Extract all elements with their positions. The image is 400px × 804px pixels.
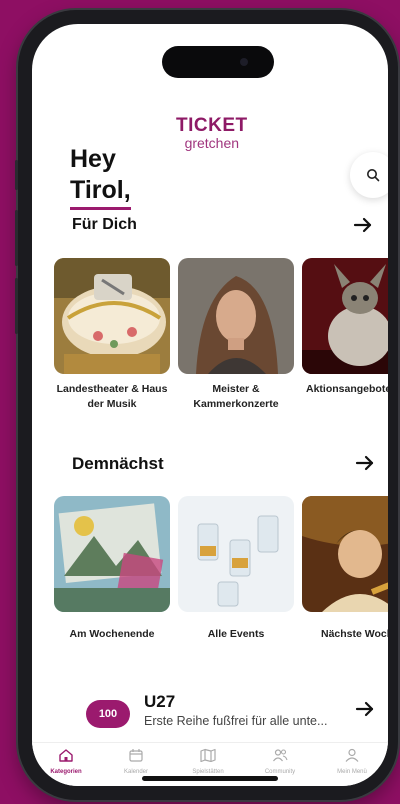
- costume-figure-image: [302, 258, 388, 374]
- arrow-right-icon[interactable]: [352, 214, 374, 236]
- tab-label-community: Community: [264, 769, 296, 775]
- card-alle-events[interactable]: [178, 496, 294, 612]
- tab-label-kategorien: Kategorien: [50, 769, 82, 775]
- tab-spielstaetten[interactable]: Spielstätten: [176, 748, 240, 775]
- tab-label-kalender: Kalender: [123, 769, 149, 775]
- u27-title: U27: [144, 692, 176, 711]
- logo-line-ticket: TICKET: [176, 115, 248, 136]
- card-landestheater[interactable]: [54, 258, 170, 374]
- calendar-icon: [129, 749, 143, 762]
- performer-image: [302, 496, 388, 612]
- tab-community[interactable]: Community: [248, 748, 312, 775]
- card-label-am-wochenende: Am Wochenende: [69, 628, 155, 640]
- tab-kalender[interactable]: Kalender: [104, 748, 168, 775]
- app-screen: TICKET gretchen Hey Tirol, Für Dich Land…: [32, 24, 388, 786]
- arrow-right-icon[interactable]: [354, 452, 376, 474]
- volume-up-button: [15, 210, 18, 266]
- home-indicator: [142, 776, 278, 781]
- card-aktionsangebote[interactable]: [302, 258, 388, 374]
- card-naechste-woche[interactable]: [302, 496, 388, 612]
- dynamic-island: [162, 46, 274, 78]
- u27-badge: 100: [86, 700, 130, 728]
- logo-line-gretchen: gretchen: [184, 135, 240, 151]
- greeting-region: Tirol,: [70, 175, 131, 210]
- card-label-alle-events: Alle Events: [207, 628, 265, 640]
- brand-logo: TICKET gretchen: [176, 116, 248, 150]
- mute-switch: [15, 160, 18, 190]
- people-icon: [273, 749, 288, 762]
- singer-portrait-image: [178, 258, 294, 374]
- volume-down-button: [15, 278, 18, 334]
- card-meister-kammerkonzerte[interactable]: [178, 258, 294, 374]
- card-am-wochenende[interactable]: [54, 496, 170, 612]
- section-title-fuer-dich: Für Dich: [72, 216, 137, 233]
- greeting-hey: Hey: [70, 145, 116, 173]
- search-button[interactable]: [350, 152, 388, 198]
- card-label-landestheater: Landestheater & Haus der Musik: [56, 383, 168, 410]
- u27-subtitle: Erste Reihe fußfrei für alle unte...: [144, 714, 328, 728]
- tab-mein-menue[interactable]: Mein Menü: [320, 748, 384, 775]
- card-label-meister-kammerkonzerte: Meister & Kammerkonzerte: [193, 383, 279, 410]
- card-label-aktionsangebote: Aktionsangebote: [306, 383, 388, 395]
- tab-label-spielstaetten: Spielstätten: [192, 769, 224, 775]
- greeting: Hey Tirol,: [70, 144, 131, 210]
- collage-image: [54, 496, 170, 612]
- user-icon: [345, 748, 359, 762]
- tab-kategorien[interactable]: Kategorien: [34, 748, 98, 775]
- arrow-right-icon[interactable]: [354, 698, 376, 720]
- map-icon: [200, 748, 216, 763]
- search-icon: [367, 169, 380, 182]
- card-label-naechste-woche: Nächste Woche: [321, 628, 388, 640]
- phone-frame: TICKET gretchen Hey Tirol, Für Dich Land…: [15, 10, 398, 800]
- tab-label-mein-menue: Mein Menü: [337, 769, 367, 775]
- section-title-demnaechst: Demnächst: [72, 454, 164, 473]
- glasses-image: [178, 496, 294, 612]
- home-icon: [59, 749, 73, 762]
- teapot-image: [54, 258, 170, 374]
